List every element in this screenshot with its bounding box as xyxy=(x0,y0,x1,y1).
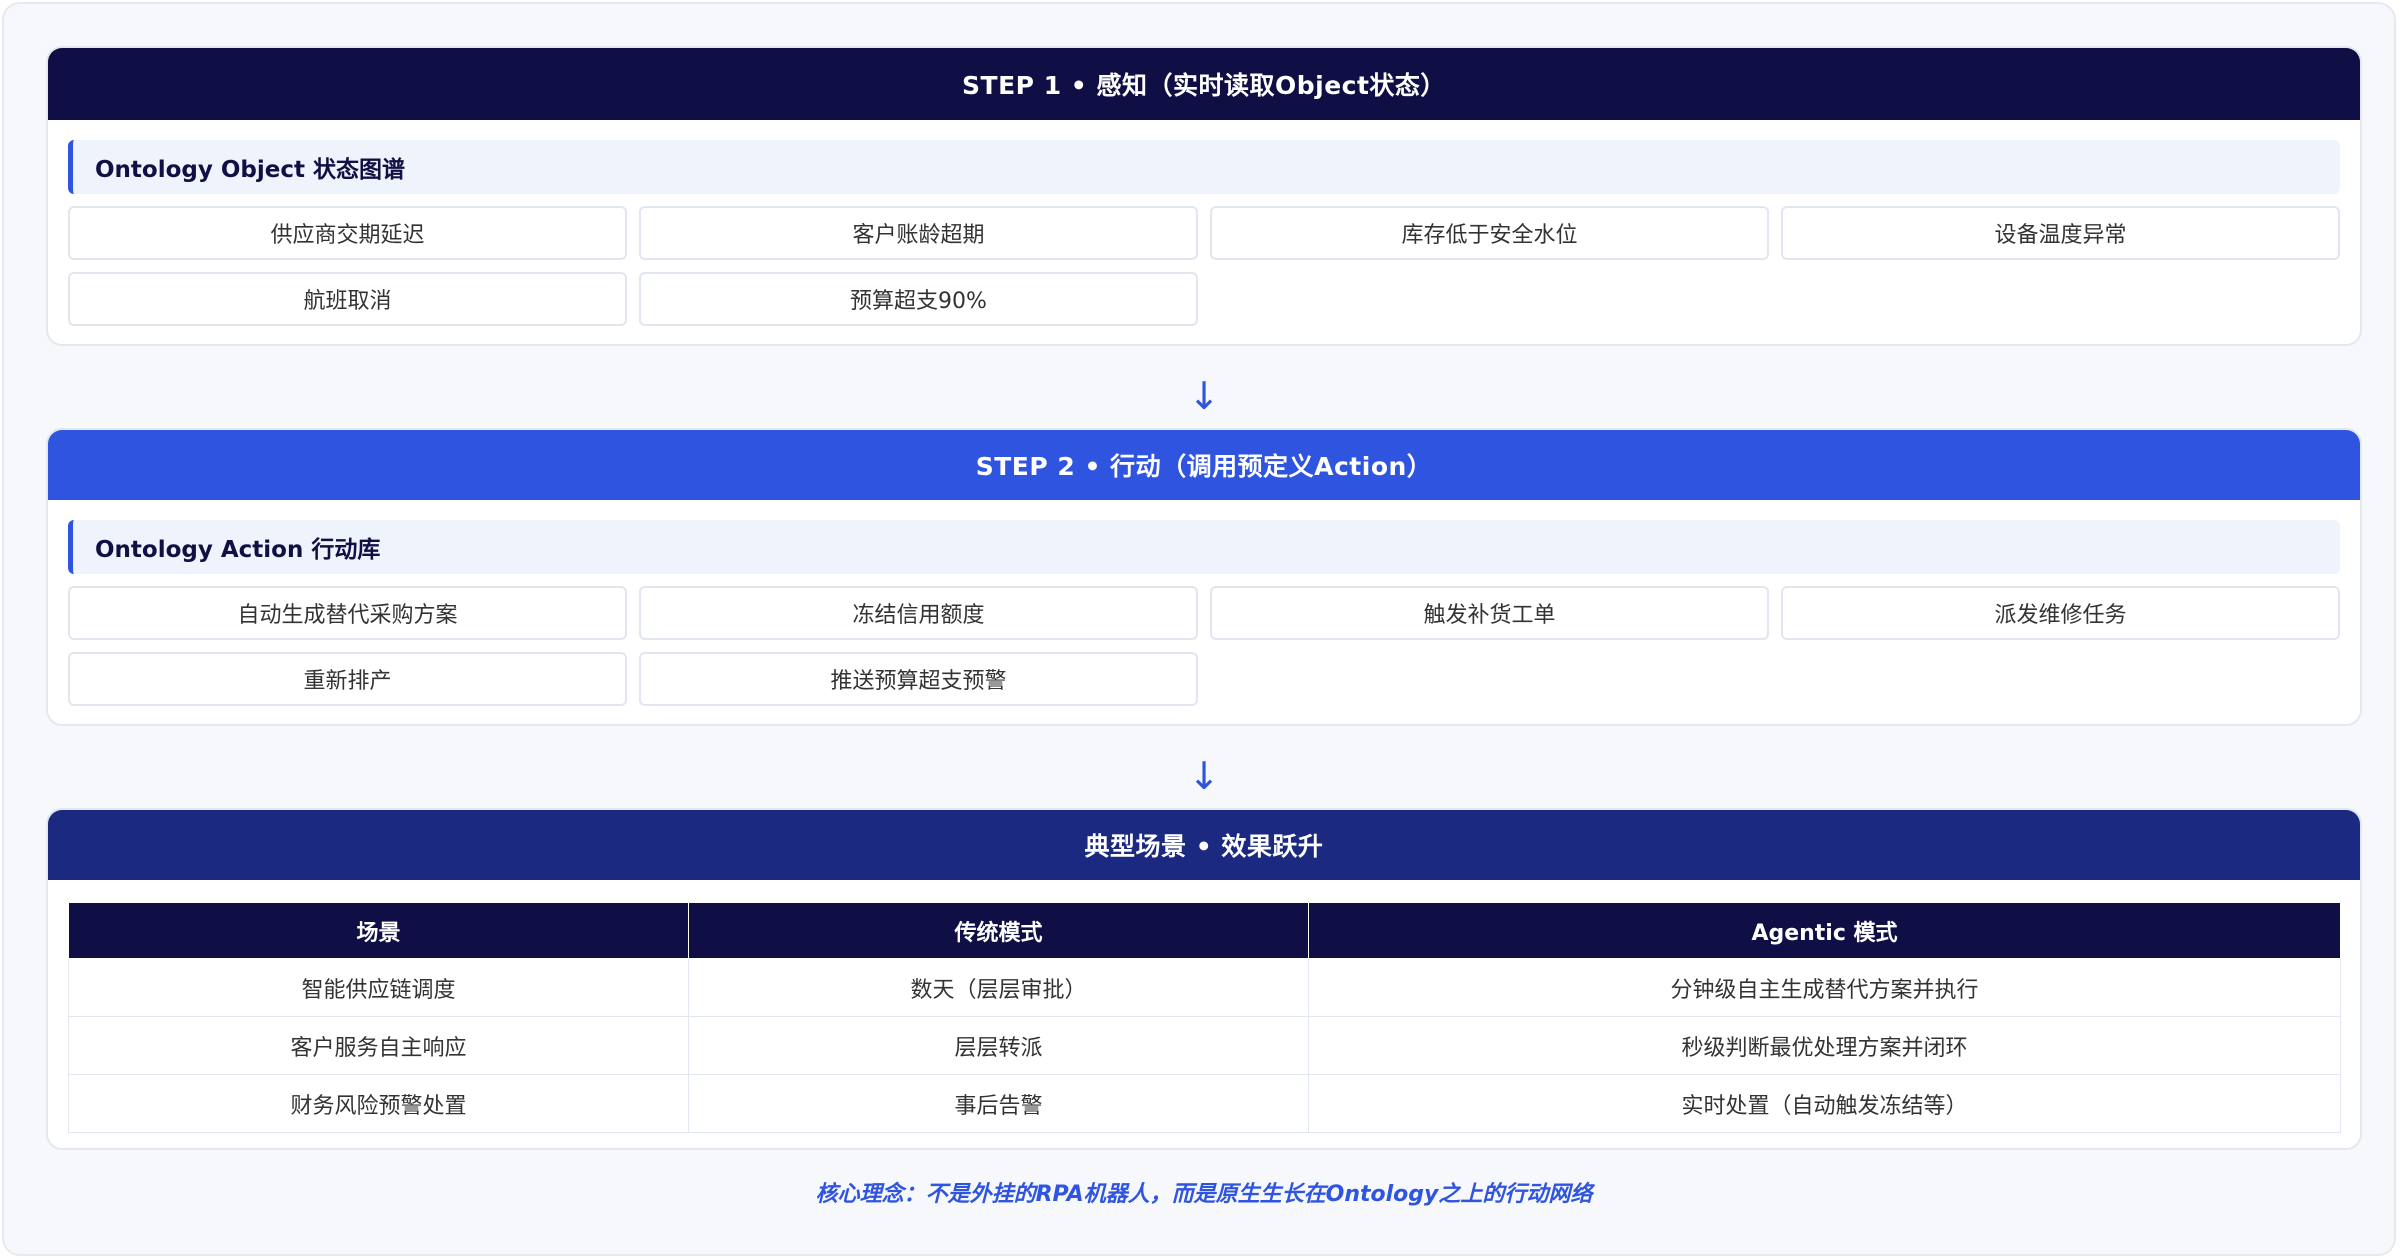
table-cell: 实时处置（自动触发冻结等） xyxy=(1308,1074,2341,1133)
step2-header: STEP 2 • 行动（调用预定义Action） xyxy=(48,430,2360,500)
core-concept-note: 核心理念：不是外挂的RPA机器人，而是原生生长在Ontology之上的行动网络 xyxy=(815,1182,1593,1207)
flow-arrow-icon: ↓ xyxy=(1188,374,1220,418)
step1-subhead: Ontology Object 状态图谱 xyxy=(68,140,2340,194)
action-chip: 派发维修任务 xyxy=(1781,586,2340,640)
table-row: 客户服务自主响应 层层转派 秒级判断最优处理方案并闭环 xyxy=(68,1016,2341,1075)
step1-header: STEP 1 • 感知（实时读取Object状态） xyxy=(48,48,2360,120)
step1-card: STEP 1 • 感知（实时读取Object状态） Ontology Objec… xyxy=(46,46,2362,346)
scenarios-card: 典型场景 • 效果跃升 场景 传统模式 Agentic 模式 智能供应链调度 数… xyxy=(46,808,2362,1150)
page-frame: STEP 1 • 感知（实时读取Object状态） Ontology Objec… xyxy=(2,2,2396,1256)
action-chip: 重新排产 xyxy=(68,652,627,706)
table-cell: 分钟级自主生成替代方案并执行 xyxy=(1308,958,2341,1017)
step2-card: STEP 2 • 行动（调用预定义Action） Ontology Action… xyxy=(46,428,2362,726)
object-state-chip: 设备温度异常 xyxy=(1781,206,2340,260)
action-chip: 自动生成替代采购方案 xyxy=(68,586,627,640)
action-chip: 推送预算超支预警 xyxy=(639,652,1198,706)
column-header-agentic: Agentic 模式 xyxy=(1308,902,2341,959)
scenarios-header: 典型场景 • 效果跃升 xyxy=(48,810,2360,880)
object-state-grid: 供应商交期延迟 客户账龄超期 库存低于安全水位 设备温度异常 航班取消 预算超支… xyxy=(68,206,2340,326)
object-state-chip: 库存低于安全水位 xyxy=(1210,206,1769,260)
object-state-chip: 客户账龄超期 xyxy=(639,206,1198,260)
table-cell: 数天（层层审批） xyxy=(688,958,1309,1017)
table-cell: 客户服务自主响应 xyxy=(68,1016,689,1075)
scenario-comparison-table: 场景 传统模式 Agentic 模式 智能供应链调度 数天（层层审批） 分钟级自… xyxy=(68,902,2341,1133)
table-cell: 财务风险预警处置 xyxy=(68,1074,689,1133)
step2-subhead: Ontology Action 行动库 xyxy=(68,520,2340,574)
object-state-chip: 供应商交期延迟 xyxy=(68,206,627,260)
action-chip: 冻结信用额度 xyxy=(639,586,1198,640)
table-cell: 层层转派 xyxy=(688,1016,1309,1075)
table-cell: 秒级判断最优处理方案并闭环 xyxy=(1308,1016,2341,1075)
action-chip: 触发补货工单 xyxy=(1210,586,1769,640)
table-cell: 事后告警 xyxy=(688,1074,1309,1133)
table-row: 智能供应链调度 数天（层层审批） 分钟级自主生成替代方案并执行 xyxy=(68,958,2341,1017)
table-cell: 智能供应链调度 xyxy=(68,958,689,1017)
object-state-chip: 航班取消 xyxy=(68,272,627,326)
table-header-row: 场景 传统模式 Agentic 模式 xyxy=(68,902,2341,959)
column-header-scenario: 场景 xyxy=(68,902,689,959)
table-row: 财务风险预警处置 事后告警 实时处置（自动触发冻结等） xyxy=(68,1074,2341,1133)
flow-arrow-icon: ↓ xyxy=(1188,754,1220,798)
action-library-grid: 自动生成替代采购方案 冻结信用额度 触发补货工单 派发维修任务 重新排产 推送预… xyxy=(68,586,2340,706)
object-state-chip: 预算超支90% xyxy=(639,272,1198,326)
column-header-traditional: 传统模式 xyxy=(688,902,1309,959)
